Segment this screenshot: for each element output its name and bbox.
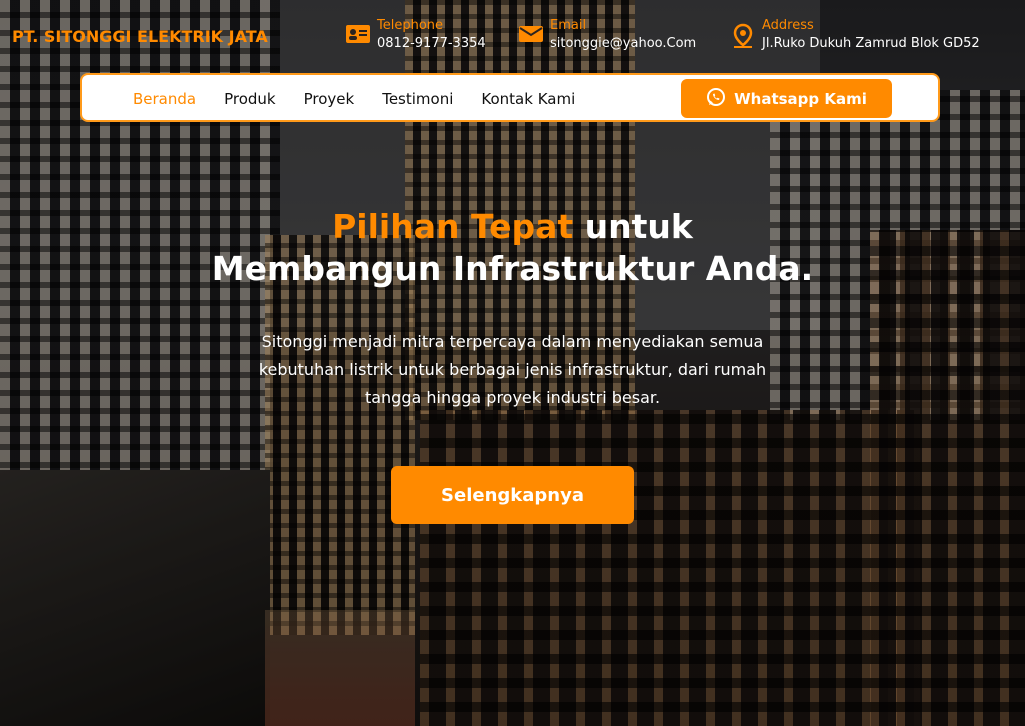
id-card-icon bbox=[345, 23, 371, 49]
hero-section: Pilihan Tepat untuk Membangun Infrastruk… bbox=[0, 206, 1025, 412]
contact-value[interactable]: 0812-9177-3354 bbox=[377, 34, 486, 54]
nav-item-produk[interactable]: Produk bbox=[224, 90, 276, 108]
map-pin-icon bbox=[730, 23, 756, 49]
nav-item-beranda[interactable]: Beranda bbox=[133, 90, 196, 108]
contact-telephone: Telephone 0812-9177-3354 bbox=[345, 17, 486, 54]
hero-title-rest: untuk bbox=[573, 207, 693, 246]
selengkapnya-button[interactable]: Selengkapnya bbox=[391, 466, 634, 524]
contact-value: Jl.Ruko Dukuh Zamrud Blok GD52 bbox=[762, 36, 980, 51]
contact-label: Telephone bbox=[377, 18, 444, 33]
envelope-icon bbox=[518, 23, 544, 49]
whatsapp-button[interactable]: Whatsapp Kami bbox=[681, 79, 892, 118]
contact-value[interactable]: sitonggie@yahoo.Com bbox=[550, 34, 696, 54]
hero-title: Pilihan Tepat untuk Membangun Infrastruk… bbox=[0, 206, 1025, 290]
brand-name: PT. SITONGGI ELEKTRIK JATA bbox=[12, 27, 268, 46]
contact-address: Address Jl.Ruko Dukuh Zamrud Blok GD52 bbox=[730, 17, 980, 54]
nav-links: Beranda Produk Proyek Testimoni Kontak K… bbox=[133, 90, 575, 108]
nav-item-proyek[interactable]: Proyek bbox=[304, 90, 355, 108]
hero-title-accent: Pilihan Tepat bbox=[332, 207, 574, 246]
nav-item-kontak-kami[interactable]: Kontak Kami bbox=[481, 90, 575, 108]
contact-label: Address bbox=[762, 18, 814, 33]
contact-label: Email bbox=[550, 18, 587, 33]
top-bar: PT. SITONGGI ELEKTRIK JATA Telephone 081… bbox=[0, 0, 1025, 72]
whatsapp-icon bbox=[706, 87, 726, 111]
hero-title-line2: Membangun Infrastruktur Anda. bbox=[211, 249, 814, 288]
hero-description: Sitonggi menjadi mitra terpercaya dalam … bbox=[258, 332, 767, 407]
contact-email: Email sitonggie@yahoo.Com bbox=[518, 17, 696, 54]
whatsapp-button-label: Whatsapp Kami bbox=[734, 89, 867, 108]
main-navbar: Beranda Produk Proyek Testimoni Kontak K… bbox=[80, 73, 940, 122]
nav-item-testimoni[interactable]: Testimoni bbox=[382, 90, 453, 108]
